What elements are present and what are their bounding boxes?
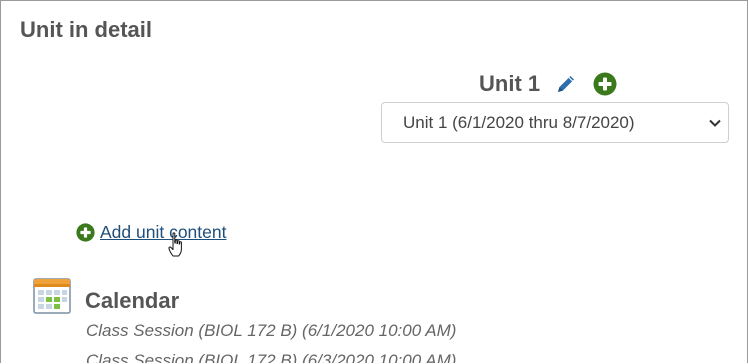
- calendar-session-item[interactable]: Class Session (BIOL 172 B) (6/1/2020 10:…: [86, 321, 456, 341]
- calendar-section-title: Calendar: [85, 288, 180, 313]
- unit-name: Unit 1: [479, 71, 541, 96]
- chevron-down-icon: [708, 116, 722, 130]
- unit-select-value: Unit 1 (6/1/2020 thru 8/7/2020): [403, 112, 635, 132]
- unit-header: Unit 1: [479, 69, 617, 99]
- add-unit-content-link[interactable]: Add unit content: [76, 222, 226, 243]
- unit-detail-panel: Unit in detail Unit 1 Unit 1 (6/1/2020 t…: [0, 0, 748, 363]
- pencil-icon: [558, 76, 575, 92]
- add-unit-content-label: Add unit content: [100, 222, 227, 242]
- calendar-icon: [33, 278, 71, 314]
- calendar-session-item[interactable]: Class Session (BIOL 172 B) (6/3/2020 10:…: [86, 351, 456, 363]
- hand-cursor-icon: [168, 232, 182, 257]
- edit-unit-button[interactable]: [554, 72, 578, 96]
- panel-title: Unit in detail: [20, 17, 152, 42]
- add-unit-button[interactable]: [593, 72, 617, 96]
- unit-select[interactable]: Unit 1 (6/1/2020 thru 8/7/2020): [381, 102, 729, 143]
- plus-circle-icon: [76, 223, 95, 242]
- plus-circle-icon: [593, 72, 617, 96]
